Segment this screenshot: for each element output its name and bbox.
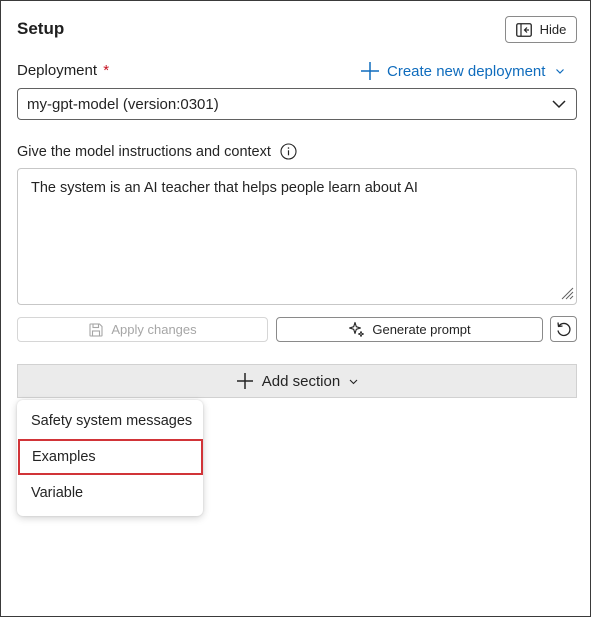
info-icon[interactable]	[280, 143, 297, 160]
menu-item-safety-system-messages[interactable]: Safety system messages	[17, 403, 203, 439]
required-marker: *	[103, 62, 110, 79]
instructions-textarea[interactable]: The system is an AI teacher that helps p…	[17, 168, 577, 305]
panel-collapse-icon	[515, 22, 532, 37]
deployment-label-text: Deployment	[17, 62, 98, 79]
instructions-label-text: Give the model instructions and context	[17, 143, 271, 160]
setup-panel: Setup Hide Deployment * Create new deplo…	[0, 0, 591, 617]
generate-prompt-label: Generate prompt	[372, 322, 471, 337]
generate-prompt-button[interactable]: Generate prompt	[276, 317, 543, 342]
instructions-label: Give the model instructions and context	[17, 143, 297, 160]
apply-changes-label: Apply changes	[111, 322, 197, 337]
deployment-select[interactable]: my-gpt-model (version:0301)	[17, 88, 577, 120]
add-section-label: Add section	[261, 372, 341, 390]
create-new-deployment-link[interactable]: Create new deployment	[359, 59, 565, 83]
chevron-down-icon	[552, 100, 566, 109]
reset-icon	[557, 321, 571, 336]
add-section-menu: Safety system messages Examples Variable	[17, 400, 203, 516]
plus-icon	[236, 373, 253, 389]
create-new-deployment-label: Create new deployment	[387, 62, 546, 80]
hide-button[interactable]: Hide	[505, 16, 577, 43]
chevron-down-icon	[349, 379, 358, 384]
apply-changes-button[interactable]: Apply changes	[17, 317, 268, 342]
resize-grip-icon[interactable]	[560, 286, 574, 300]
menu-item-examples[interactable]: Examples	[18, 439, 203, 475]
chevron-down-icon	[556, 69, 565, 74]
plus-icon	[361, 62, 379, 80]
panel-title: Setup	[17, 19, 65, 38]
add-section-button[interactable]: Add section	[17, 364, 577, 398]
save-icon	[89, 322, 103, 337]
deployment-label: Deployment *	[17, 62, 109, 79]
reset-button[interactable]	[550, 316, 577, 342]
sparkle-icon	[349, 321, 365, 337]
deployment-select-value: my-gpt-model (version:0301)	[27, 95, 219, 113]
menu-item-variable[interactable]: Variable	[17, 475, 203, 511]
hide-button-label: Hide	[539, 22, 567, 37]
